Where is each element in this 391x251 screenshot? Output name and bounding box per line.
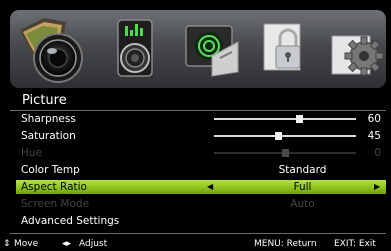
title-divider: [10, 110, 386, 111]
slider-thumb[interactable]: [274, 132, 282, 140]
menu-item-value: 45: [367, 130, 381, 142]
arrow-right-icon[interactable]: ▶: [374, 180, 380, 194]
menu-item-color-temp[interactable]: Color Temp Standard: [16, 163, 386, 177]
footer-menu-return: MENU: Return: [254, 239, 317, 249]
menu-item-value: 0: [374, 147, 381, 159]
up-down-arrows-icon: ⇕: [3, 239, 11, 249]
menu-item-label: Aspect Ratio: [21, 181, 87, 193]
menu-item-saturation[interactable]: Saturation 45: [16, 129, 386, 143]
menu-item-label: Sharpness: [21, 113, 76, 125]
sharpness-slider[interactable]: [214, 115, 356, 123]
setup-icon[interactable]: [320, 16, 390, 86]
arrow-left-icon[interactable]: ◀: [207, 180, 213, 194]
left-right-arrows-icon: ◂▸: [62, 239, 72, 249]
menu-item-value: Standard: [278, 164, 327, 176]
tv-osd-screen: Picture Sharpness 60 Saturation 45 Hue 0…: [0, 0, 391, 251]
lock-icon[interactable]: [250, 16, 320, 86]
footer-adjust-label: Adjust: [79, 239, 108, 249]
menu-item-label: Color Temp: [21, 164, 80, 176]
footer-help-bar: ⇕ Move ◂▸ Adjust MENU: Return EXIT: Exit: [0, 238, 391, 251]
menu-item-aspect-ratio[interactable]: Aspect Ratio ◀ Full ▶: [16, 180, 386, 194]
menu-item-label: Advanced Settings: [21, 215, 120, 227]
menu-item-label: Screen Mode: [21, 198, 90, 210]
menu-item-value: Auto: [290, 198, 315, 210]
menu-item-advanced-settings[interactable]: Advanced Settings: [16, 214, 386, 228]
menu-title: Picture: [22, 93, 67, 108]
footer-move-label: Move: [14, 239, 39, 249]
picture-icon[interactable]: [14, 12, 92, 86]
category-icon-bar: [10, 10, 386, 88]
sound-icon[interactable]: [100, 16, 170, 86]
footer-exit: EXIT: Exit: [334, 239, 376, 249]
slider-thumb[interactable]: [296, 115, 304, 123]
menu-item-screen-mode: Screen Mode Auto: [16, 197, 386, 211]
menu-item-hue: Hue 0: [16, 146, 386, 160]
saturation-slider[interactable]: [214, 132, 356, 140]
hue-slider: [214, 149, 356, 157]
menu-item-sharpness[interactable]: Sharpness 60: [16, 112, 386, 126]
menu-item-value: 60: [367, 113, 381, 125]
footer-divider: [10, 233, 386, 234]
channel-icon[interactable]: [176, 16, 246, 86]
menu-item-label: Saturation: [21, 130, 76, 142]
menu-item-value: Full: [293, 181, 312, 193]
slider-thumb: [282, 149, 289, 157]
menu-item-label: Hue: [21, 147, 43, 159]
